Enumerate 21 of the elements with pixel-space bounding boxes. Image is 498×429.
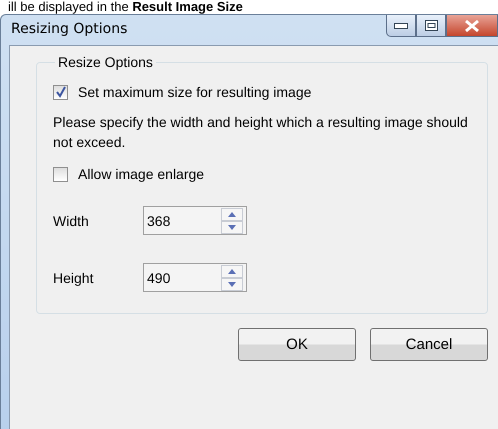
field-label: Height [53,270,94,286]
number-spinner[interactable]: 368 [143,206,247,235]
window-title: Resizing Options [10,20,128,37]
dialog-button[interactable]: OK [238,328,356,361]
instruction-text: Please specify the width and height which a resulting image should not exceed. [53,113,469,152]
maximize-icon [424,20,438,31]
dialog-button[interactable]: Cancel [370,328,488,361]
number-spinner[interactable]: 490 [143,263,247,292]
caption-text: ill be displayed in the Result Image Size [7,0,244,14]
field-label: Width [53,212,90,228]
checkbox-option[interactable]: Set maximum size for resulting image [53,84,471,100]
checkbox[interactable] [53,166,68,182]
minimize-icon [394,22,408,28]
checkmark-icon [54,86,66,98]
checkbox-option[interactable]: Allow image enlarge [53,166,471,182]
maximize-button[interactable] [416,15,446,37]
minimize-button[interactable] [386,15,416,37]
close-icon [464,18,480,32]
close-button[interactable] [446,15,498,37]
group-title: Resize Options [57,54,154,70]
checkbox[interactable] [53,84,68,100]
